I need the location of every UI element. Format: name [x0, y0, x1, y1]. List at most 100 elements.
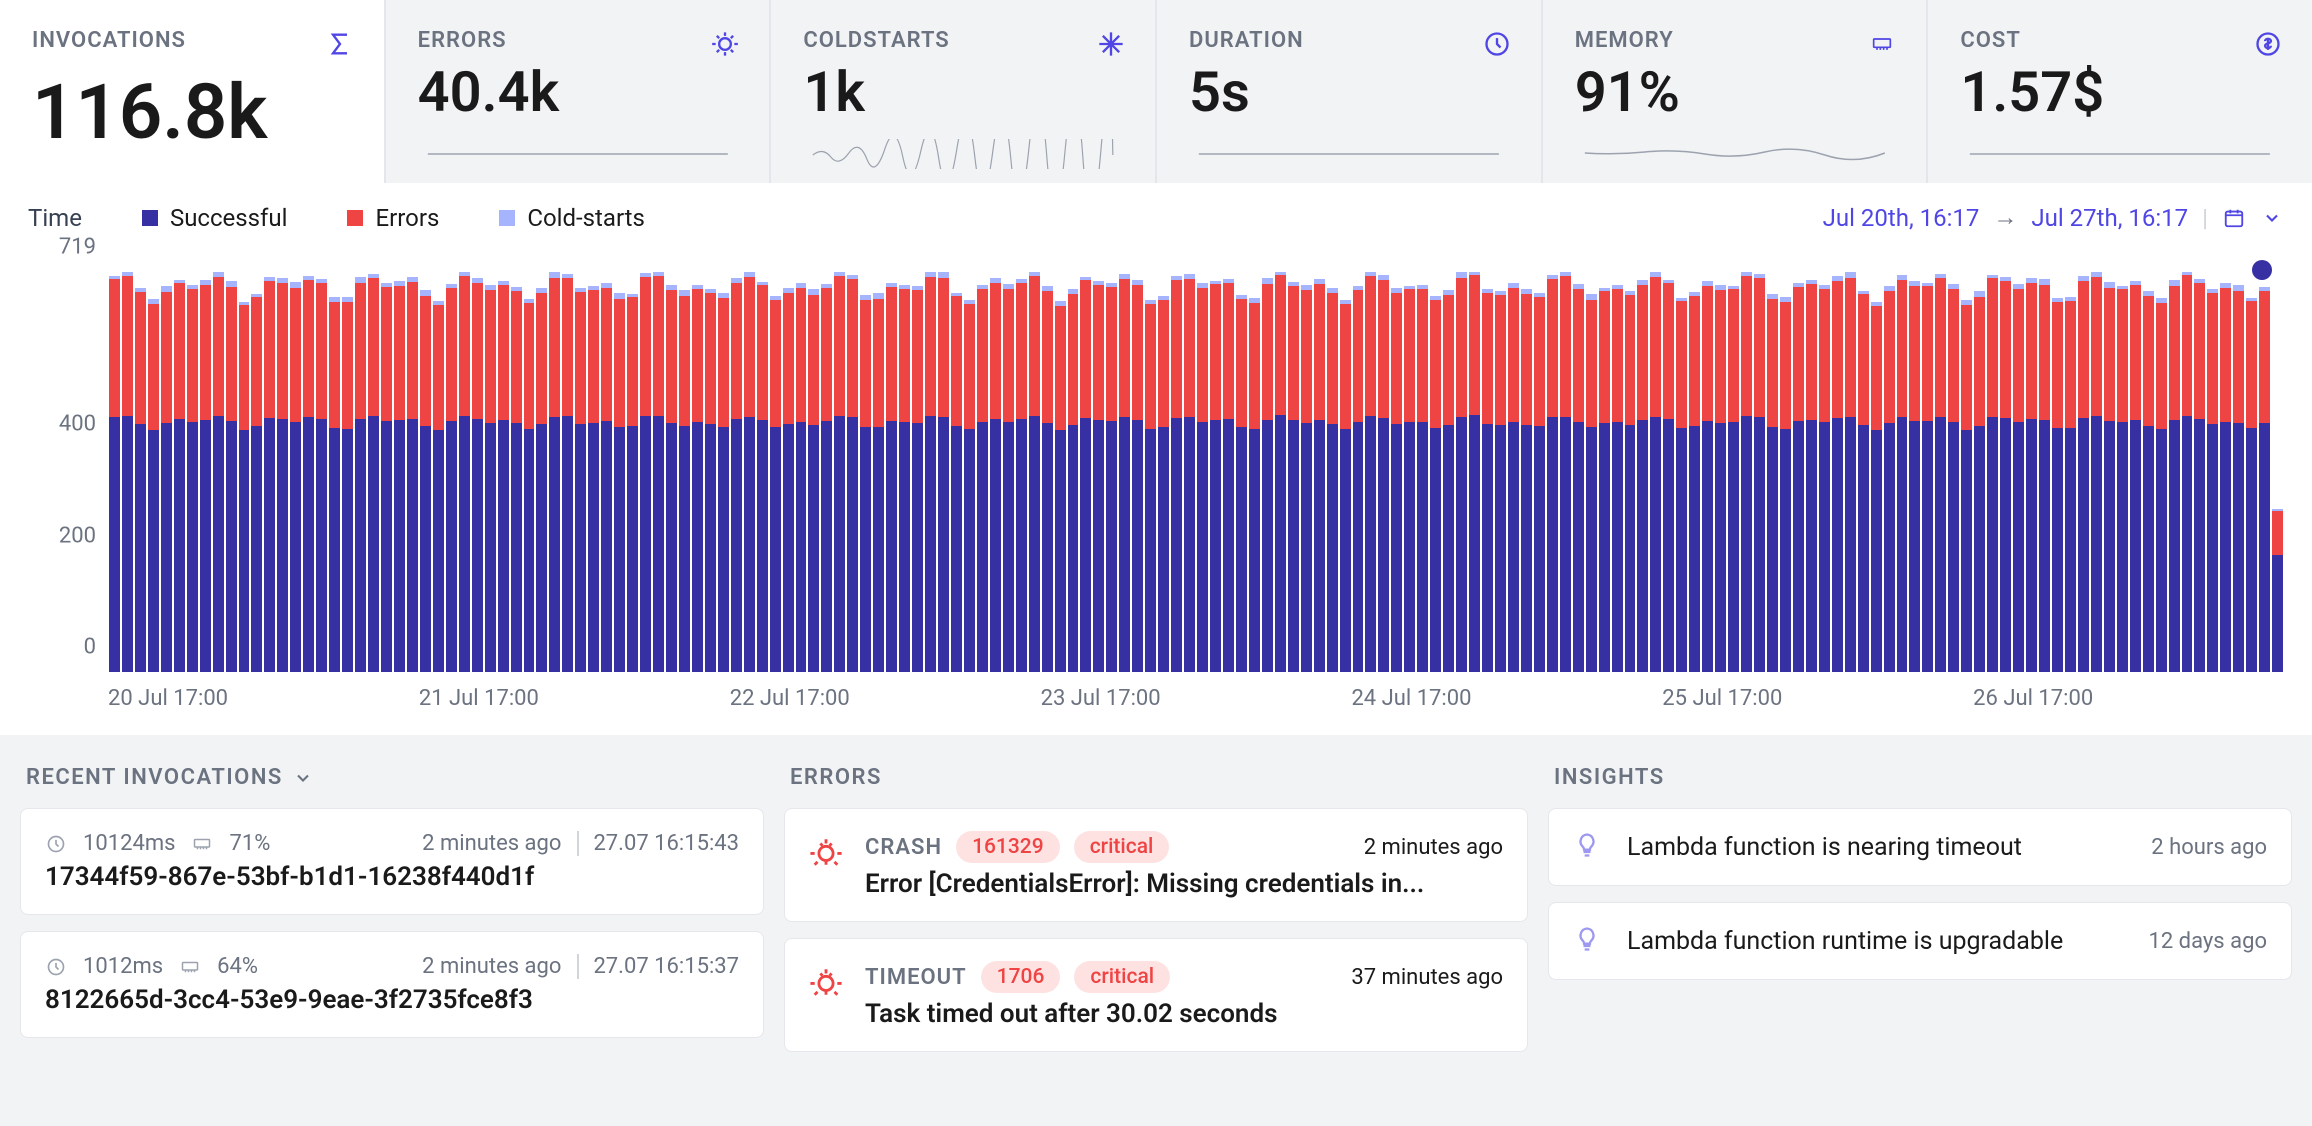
- chart-bar[interactable]: [134, 272, 147, 672]
- chart-bar[interactable]: [769, 272, 782, 672]
- chart-bar[interactable]: [1624, 272, 1637, 672]
- chart-bar[interactable]: [1611, 272, 1624, 672]
- chart-bar[interactable]: [2038, 272, 2051, 672]
- chart-bar[interactable]: [1908, 272, 1921, 672]
- chart-bar[interactable]: [1675, 272, 1688, 672]
- chart-bar[interactable]: [2142, 272, 2155, 672]
- chart-bar[interactable]: [2245, 272, 2258, 672]
- chart-bar[interactable]: [341, 272, 354, 672]
- chart-bar[interactable]: [108, 272, 121, 672]
- chart-bar[interactable]: [1429, 272, 1442, 672]
- chart-bar[interactable]: [1805, 272, 1818, 672]
- chart-bar[interactable]: [652, 272, 665, 672]
- chart-bar[interactable]: [1313, 272, 1326, 672]
- chart-bar[interactable]: [678, 272, 691, 672]
- chevron-down-icon[interactable]: [2260, 206, 2284, 230]
- chart-bar[interactable]: [1520, 272, 1533, 672]
- legend-errors[interactable]: Errors: [347, 204, 439, 232]
- chart-bar[interactable]: [2168, 272, 2181, 672]
- chart-bar[interactable]: [1157, 272, 1170, 672]
- chart-bar[interactable]: [1416, 272, 1429, 672]
- chart-bar[interactable]: [691, 272, 704, 672]
- chart-bar[interactable]: [484, 272, 497, 672]
- chart-bar[interactable]: [1390, 272, 1403, 672]
- chart-bar[interactable]: [1041, 272, 1054, 672]
- chart-bar[interactable]: [419, 272, 432, 672]
- insight-card[interactable]: Lambda function runtime is upgradable12 …: [1548, 902, 2292, 980]
- chart-bar[interactable]: [2051, 272, 2064, 672]
- chart-bar[interactable]: [561, 272, 574, 672]
- chart-bar[interactable]: [535, 272, 548, 672]
- chart-bar[interactable]: [1559, 272, 1572, 672]
- legend-coldstarts[interactable]: Cold-starts: [499, 204, 645, 232]
- chart-bar[interactable]: [795, 272, 808, 672]
- chart-bar[interactable]: [1170, 272, 1183, 672]
- chart-bar[interactable]: [1714, 272, 1727, 672]
- chart-bar[interactable]: [1883, 272, 1896, 672]
- chart-bar[interactable]: [574, 272, 587, 672]
- chart-bar[interactable]: [1067, 272, 1080, 672]
- chart-bar[interactable]: [1688, 272, 1701, 672]
- chart-bar[interactable]: [1585, 272, 1598, 672]
- chart-bar[interactable]: [1572, 272, 1585, 672]
- chart-bar[interactable]: [976, 272, 989, 672]
- chart-bar[interactable]: [1649, 272, 1662, 672]
- chart-bar[interactable]: [121, 272, 134, 672]
- chart-bar[interactable]: [1831, 272, 1844, 672]
- chart-bar[interactable]: [924, 272, 937, 672]
- kpi-coldstarts[interactable]: COLDSTARTS 1k: [769, 0, 1155, 183]
- chart-bar[interactable]: [626, 272, 639, 672]
- chart-bar[interactable]: [445, 272, 458, 672]
- chart-bar[interactable]: [1999, 272, 2012, 672]
- chart-bar[interactable]: [1973, 272, 1986, 672]
- invocation-card[interactable]: 10124ms71%2 minutes ago27.07 16:15:43173…: [20, 808, 764, 915]
- chart-bar[interactable]: [1960, 272, 1973, 672]
- chart-bar[interactable]: [2271, 272, 2284, 672]
- chart-bar[interactable]: [717, 272, 730, 672]
- chart-bar[interactable]: [1339, 272, 1352, 672]
- chart-bar[interactable]: [1740, 272, 1753, 672]
- chart-bar[interactable]: [950, 272, 963, 672]
- chart-bar[interactable]: [1196, 272, 1209, 672]
- chart-bar[interactable]: [1300, 272, 1313, 672]
- chart-bar[interactable]: [1054, 272, 1067, 672]
- chart-bar[interactable]: [1844, 272, 1857, 672]
- chart-bar[interactable]: [989, 272, 1002, 672]
- chart-bar[interactable]: [458, 272, 471, 672]
- chart-bar[interactable]: [1002, 272, 1015, 672]
- chart-bar[interactable]: [2129, 272, 2142, 672]
- chart-bar[interactable]: [937, 272, 950, 672]
- chart-bar[interactable]: [173, 272, 186, 672]
- chart-bar[interactable]: [548, 272, 561, 672]
- chart-bar[interactable]: [1753, 272, 1766, 672]
- error-card[interactable]: TIMEOUT1706critical37 minutes agoTask ti…: [784, 938, 1528, 1052]
- error-card[interactable]: CRASH161329critical2 minutes agoError [C…: [784, 808, 1528, 922]
- chart-bar[interactable]: [1934, 272, 1947, 672]
- chart-bar[interactable]: [600, 272, 613, 672]
- invocation-card[interactable]: 1012ms64%2 minutes ago27.07 16:15:378122…: [20, 931, 764, 1038]
- chart-bar[interactable]: [1598, 272, 1611, 672]
- chart-bar[interactable]: [523, 272, 536, 672]
- chart-bar[interactable]: [833, 272, 846, 672]
- chart-bar[interactable]: [730, 272, 743, 672]
- calendar-icon[interactable]: [2222, 206, 2246, 230]
- chart-bar[interactable]: [1636, 272, 1649, 672]
- chart-bar[interactable]: [367, 272, 380, 672]
- chart-bar[interactable]: [1766, 272, 1779, 672]
- kpi-memory[interactable]: MEMORY 91%: [1541, 0, 1927, 183]
- chart-bar[interactable]: [872, 272, 885, 672]
- chart-bar[interactable]: [1092, 272, 1105, 672]
- chart-bar[interactable]: [2025, 272, 2038, 672]
- chart-bar[interactable]: [1261, 272, 1274, 672]
- chart-bar[interactable]: [885, 272, 898, 672]
- chart-bar[interactable]: [1662, 272, 1675, 672]
- chart-bar[interactable]: [1921, 272, 1934, 672]
- chart-bar[interactable]: [1857, 272, 1870, 672]
- chart-bar[interactable]: [406, 272, 419, 672]
- chart-bar[interactable]: [2258, 272, 2271, 672]
- chart-bar[interactable]: [1028, 272, 1041, 672]
- chart-bar[interactable]: [587, 272, 600, 672]
- chart-bar[interactable]: [250, 272, 263, 672]
- chart-bar[interactable]: [1727, 272, 1740, 672]
- chart-bar[interactable]: [1209, 272, 1222, 672]
